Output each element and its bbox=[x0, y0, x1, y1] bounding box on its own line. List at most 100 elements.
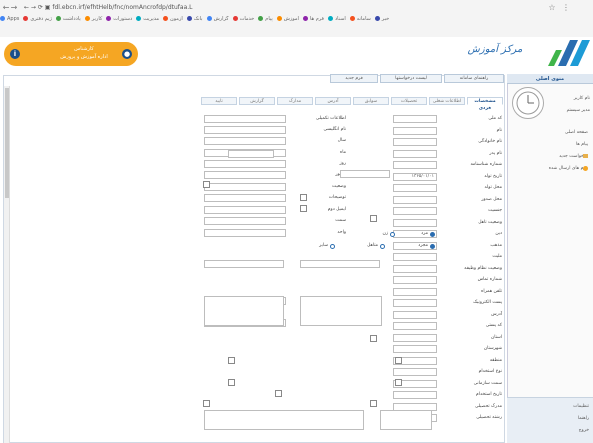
text-field[interactable] bbox=[204, 115, 286, 123]
text-field[interactable] bbox=[393, 126, 437, 135]
text-field[interactable] bbox=[204, 183, 286, 191]
tab-section[interactable]: مشخصات فردی bbox=[467, 97, 503, 111]
text-field[interactable] bbox=[393, 207, 437, 215]
tab-section[interactable]: آدرس bbox=[315, 97, 351, 105]
text-field[interactable] bbox=[393, 345, 437, 353]
sidebar-footer-item[interactable]: راهنما bbox=[578, 416, 589, 421]
textarea[interactable] bbox=[204, 410, 364, 430]
dropdown-arrow-icon[interactable] bbox=[203, 400, 210, 407]
text-field[interactable] bbox=[393, 138, 437, 146]
bookmark-item[interactable]: خبر bbox=[374, 16, 389, 22]
text-field[interactable] bbox=[393, 276, 437, 284]
bookmark-item[interactable]: اسناد bbox=[327, 16, 346, 22]
tab-section[interactable]: مدارک bbox=[277, 97, 313, 105]
text-field[interactable] bbox=[340, 170, 390, 178]
text-field[interactable] bbox=[393, 264, 437, 273]
text-field[interactable] bbox=[204, 126, 286, 134]
sidebar-item[interactable]: صفحه اصلی bbox=[512, 130, 588, 135]
marital-radio[interactable] bbox=[380, 244, 385, 249]
textarea[interactable] bbox=[204, 296, 284, 326]
bookmark-item[interactable]: پیام bbox=[258, 16, 273, 22]
sidebar-footer-item[interactable]: خروج bbox=[579, 428, 589, 433]
bookmark-item[interactable]: مدیریت bbox=[136, 16, 159, 22]
bookmark-item[interactable]: آزمون bbox=[163, 16, 183, 22]
sidebar-footer-item[interactable]: تنظیمات bbox=[573, 404, 589, 409]
tab-top[interactable]: راهنمای سامانه bbox=[444, 74, 504, 83]
bookmark-item[interactable]: دستورات bbox=[106, 16, 132, 22]
dropdown-arrow-icon[interactable] bbox=[370, 400, 377, 407]
text-field[interactable] bbox=[228, 150, 274, 158]
dropdown-arrow-icon[interactable] bbox=[395, 357, 402, 364]
bookmark-item[interactable]: یادداشت bbox=[55, 16, 81, 22]
dropdown-arrow-icon[interactable] bbox=[228, 379, 235, 386]
bookmark-item[interactable]: فرم ها bbox=[302, 16, 324, 22]
text-field[interactable] bbox=[393, 287, 437, 296]
marital-radio[interactable] bbox=[330, 244, 335, 249]
scrollbar-thumb[interactable] bbox=[5, 88, 9, 198]
user-panel[interactable]: i کارشناس اداره آموزش و پرورش ● bbox=[4, 42, 138, 66]
text-field[interactable] bbox=[204, 229, 286, 237]
star-icon[interactable]: ☆ bbox=[548, 3, 556, 13]
user-icon[interactable]: ● bbox=[122, 49, 132, 59]
text-field[interactable] bbox=[393, 322, 437, 330]
dropdown-arrow-icon[interactable] bbox=[370, 335, 377, 342]
menu-icon[interactable]: ⋮ bbox=[562, 3, 570, 13]
dropdown-arrow-icon[interactable] bbox=[300, 194, 307, 201]
sidebar-item[interactable]: درخواست جدید bbox=[512, 154, 588, 159]
back-icon[interactable]: ← bbox=[2, 3, 10, 13]
address-bar[interactable]: ← → ⟳ ▣ fdl.ebcn.irf/efhtHelb/fnc/nomAnc… bbox=[24, 4, 534, 14]
tab-top[interactable]: فرم جدید bbox=[330, 74, 378, 83]
bookmark-item[interactable]: خدمات bbox=[232, 16, 254, 22]
text-field[interactable] bbox=[393, 310, 437, 319]
gender-radio[interactable] bbox=[430, 232, 435, 237]
tab-section[interactable]: گزارش bbox=[239, 97, 275, 105]
tab-top[interactable]: لیست درخواستها bbox=[380, 74, 442, 83]
dropdown-arrow-icon[interactable] bbox=[203, 181, 210, 188]
bookmark-item[interactable]: Apps bbox=[0, 16, 19, 22]
text-field[interactable] bbox=[393, 115, 437, 123]
bookmark-item[interactable]: بانک bbox=[186, 16, 203, 22]
text-field[interactable] bbox=[393, 184, 437, 192]
bookmark-item[interactable]: آموزش bbox=[276, 16, 299, 22]
text-field[interactable] bbox=[393, 368, 437, 376]
bookmark-item[interactable]: ژیم دفتری bbox=[23, 16, 52, 22]
tab-section[interactable]: اطلاعات شغلی bbox=[429, 97, 465, 105]
dropdown-arrow-icon[interactable] bbox=[275, 390, 282, 397]
text-field[interactable] bbox=[393, 391, 437, 399]
text-field[interactable] bbox=[204, 260, 284, 268]
text-field[interactable] bbox=[393, 161, 437, 169]
text-field[interactable] bbox=[393, 149, 437, 158]
gender-radio[interactable] bbox=[390, 232, 395, 237]
text-field[interactable] bbox=[393, 333, 437, 342]
textarea[interactable] bbox=[300, 296, 382, 326]
text-field[interactable] bbox=[393, 253, 437, 261]
dropdown-arrow-icon[interactable] bbox=[300, 205, 307, 212]
textarea[interactable] bbox=[380, 410, 432, 430]
text-field[interactable]: ۱۳۶۵/۰۱/۰۱ bbox=[393, 172, 437, 181]
dropdown-arrow-icon[interactable] bbox=[228, 357, 235, 364]
text-field[interactable] bbox=[393, 218, 437, 227]
info-icon[interactable]: i bbox=[10, 49, 20, 59]
text-field[interactable] bbox=[204, 137, 286, 145]
text-field[interactable] bbox=[204, 194, 286, 202]
forward-icon[interactable]: → bbox=[10, 3, 18, 13]
field-label: دین bbox=[495, 231, 502, 236]
tab-section[interactable]: تایید bbox=[201, 97, 237, 105]
text-field[interactable] bbox=[204, 217, 286, 225]
sidebar-item[interactable]: پیام ها bbox=[512, 142, 588, 147]
text-field[interactable] bbox=[204, 160, 286, 168]
bookmark-item[interactable]: گزارش bbox=[206, 16, 229, 22]
text-field[interactable] bbox=[393, 299, 437, 307]
text-field[interactable] bbox=[300, 260, 380, 268]
sidebar-item[interactable]: فرم های ارسال شده bbox=[512, 166, 588, 171]
dropdown-arrow-icon[interactable] bbox=[395, 379, 402, 386]
tab-section[interactable]: تحصیلات bbox=[391, 97, 427, 105]
bookmark-item[interactable]: سامانه bbox=[349, 16, 371, 22]
text-field[interactable] bbox=[204, 206, 286, 214]
tab-section[interactable]: سوابق bbox=[353, 97, 389, 105]
text-field[interactable] bbox=[393, 195, 437, 204]
bookmark-item[interactable]: کاربر bbox=[84, 16, 102, 22]
dropdown-arrow-icon[interactable] bbox=[370, 215, 377, 222]
marital-radio[interactable] bbox=[430, 244, 435, 249]
text-field[interactable] bbox=[204, 171, 286, 179]
